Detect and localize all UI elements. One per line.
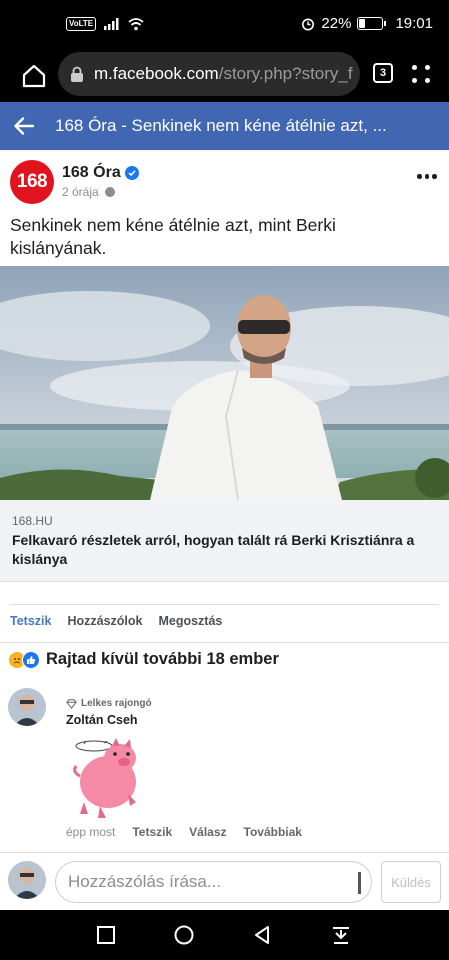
comment-time: épp most <box>66 825 116 839</box>
page-name-text[interactable]: 168 Óra <box>62 164 121 182</box>
post-text: Senkinek nem kéne átélnie azt, mint Berk… <box>10 215 336 258</box>
comment-button[interactable]: Hozzászólok <box>67 614 142 628</box>
status-bar: VoLTE 22% 19:01 <box>0 0 449 50</box>
url-path: /story.php?story_f <box>218 64 353 83</box>
wifi-icon <box>128 17 144 30</box>
link-preview[interactable]: 168.HU Felkavaró részletek arról, hogyan… <box>0 500 449 582</box>
divider <box>0 642 449 643</box>
divider <box>10 604 439 605</box>
circle-nav-icon[interactable] <box>174 925 194 945</box>
page-name[interactable]: 168 Óra <box>62 164 139 182</box>
divider <box>0 852 449 853</box>
my-avatar <box>8 861 46 899</box>
post-time: 2 órája <box>62 185 115 199</box>
signal-icon <box>104 18 119 30</box>
link-preview-image[interactable] <box>0 266 449 500</box>
post-time-text[interactable]: 2 órája <box>62 185 99 199</box>
link-domain: 168.HU <box>12 514 53 528</box>
verified-icon <box>124 166 139 180</box>
comment-like-button[interactable]: Tetszik <box>132 825 172 839</box>
like-reaction-icon <box>22 650 40 669</box>
text-caret <box>358 872 361 894</box>
commenter-name[interactable]: Zoltán Cseh <box>66 713 138 727</box>
like-button[interactable]: Tetszik <box>10 614 51 628</box>
share-button[interactable]: Megosztás <box>158 614 222 628</box>
url-bar[interactable]: m.facebook.com/story.php?story_f <box>58 52 360 96</box>
page-avatar[interactable]: 168 <box>10 160 54 204</box>
pig-sticker <box>70 736 150 822</box>
system-nav-bar <box>0 910 449 960</box>
volte-icon: VoLTE <box>66 17 97 31</box>
battery-percent: 22% <box>321 15 352 32</box>
post-actions: Tetszik Hozzászólok Megosztás <box>10 614 222 628</box>
comment-input[interactable]: Hozzászólás írása... <box>55 861 372 903</box>
diamond-icon <box>66 698 77 709</box>
clock: 19:01 <box>395 15 433 32</box>
back-arrow-icon[interactable] <box>3 102 45 150</box>
commenter-avatar[interactable] <box>8 688 46 726</box>
comment-reply-button[interactable]: Válasz <box>189 825 226 839</box>
page-title: 168 Óra - Senkinek nem kéne átélnie azt,… <box>55 116 387 135</box>
link-title[interactable]: Felkavaró részletek arról, hogyan talált… <box>12 531 437 569</box>
battery-icon <box>357 17 387 30</box>
alarm-icon <box>302 18 315 30</box>
comment-input-placeholder: Hozzászólás írása... <box>68 872 222 891</box>
square-nav-icon[interactable] <box>96 925 116 945</box>
url-host: m.facebook.com <box>94 64 219 83</box>
home-icon[interactable] <box>20 62 48 90</box>
send-button[interactable]: Küldés <box>381 861 441 903</box>
menu-icon[interactable] <box>410 62 434 86</box>
post-header: 168 168 Óra 2 órája <box>0 160 449 206</box>
reactions-text: Rajtad kívül további 18 ember <box>46 650 279 668</box>
reactions-summary[interactable]: Rajtad kívül további 18 ember <box>8 650 279 669</box>
more-icon[interactable] <box>417 174 437 182</box>
lock-icon <box>71 66 83 82</box>
comment-actions: épp most Tetszik Válasz Továbbiak <box>66 825 302 839</box>
fan-badge-label: Lelkes rajongó <box>81 698 152 709</box>
fan-badge: Lelkes rajongó <box>66 698 152 709</box>
tabs-icon[interactable]: 3 <box>373 63 393 83</box>
comment-more-button[interactable]: Továbbiak <box>244 825 302 839</box>
fb-header: 168 Óra - Senkinek nem kéne átélnie azt,… <box>0 102 449 150</box>
triangle-nav-icon[interactable] <box>252 925 272 945</box>
download-nav-icon[interactable] <box>331 925 351 945</box>
globe-icon <box>104 187 115 197</box>
browser-toolbar: m.facebook.com/story.php?story_f 3 <box>0 50 449 102</box>
